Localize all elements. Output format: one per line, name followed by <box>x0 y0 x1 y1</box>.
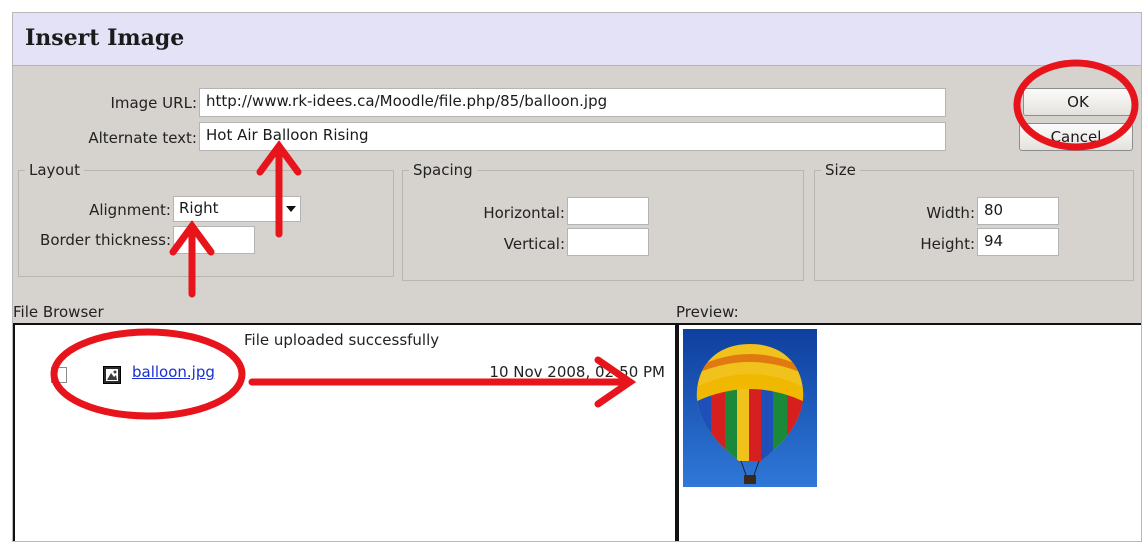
width-label: Width: <box>926 204 975 222</box>
height-label: Height: <box>920 235 975 253</box>
size-legend: Size <box>825 161 856 179</box>
height-field[interactable]: 94 <box>977 228 1059 256</box>
balloon-preview-image <box>683 329 817 487</box>
layout-legend: Layout <box>29 161 80 179</box>
file-date: 10 Nov 2008, 02:50 PM <box>489 363 665 381</box>
image-url-label: Image URL: <box>110 94 197 112</box>
cancel-button[interactable]: Cancel <box>1019 123 1133 151</box>
ok-button[interactable]: OK <box>1023 88 1133 116</box>
image-file-icon <box>103 366 121 384</box>
border-thickness-label: Border thickness: <box>40 231 171 249</box>
vertical-field[interactable] <box>567 228 649 256</box>
width-field[interactable]: 80 <box>977 197 1059 225</box>
horizontal-label: Horizontal: <box>483 204 565 222</box>
dialog-titlebar: Insert Image <box>13 13 1141 66</box>
file-row: balloon.jpg 10 Nov 2008, 02:50 PM <box>15 359 675 389</box>
preview-pane <box>677 323 1141 541</box>
spacing-legend: Spacing <box>413 161 473 179</box>
dialog-title: Insert Image <box>25 25 185 51</box>
alignment-value: Right <box>179 199 219 217</box>
insert-image-dialog: Insert Image Image URL: http://www.rk-id… <box>12 12 1142 542</box>
alt-text-field[interactable]: Hot Air Balloon Rising <box>199 122 946 151</box>
vertical-label: Vertical: <box>503 235 565 253</box>
image-url-field[interactable]: http://www.rk-idees.ca/Moodle/file.php/8… <box>199 88 946 117</box>
file-link[interactable]: balloon.jpg <box>132 363 215 381</box>
file-browser-pane: File uploaded successfully balloon.jpg 1… <box>13 323 677 541</box>
alt-text-label: Alternate text: <box>88 129 197 147</box>
file-checkbox[interactable] <box>51 367 67 383</box>
file-browser-label: File Browser <box>13 303 104 321</box>
alignment-select[interactable]: Right <box>173 196 301 222</box>
upload-status: File uploaded successfully <box>244 331 440 349</box>
horizontal-field[interactable] <box>567 197 649 225</box>
chevron-down-icon <box>286 206 296 212</box>
preview-label: Preview: <box>676 303 739 321</box>
alignment-label: Alignment: <box>89 201 171 219</box>
border-thickness-field[interactable] <box>173 226 255 254</box>
